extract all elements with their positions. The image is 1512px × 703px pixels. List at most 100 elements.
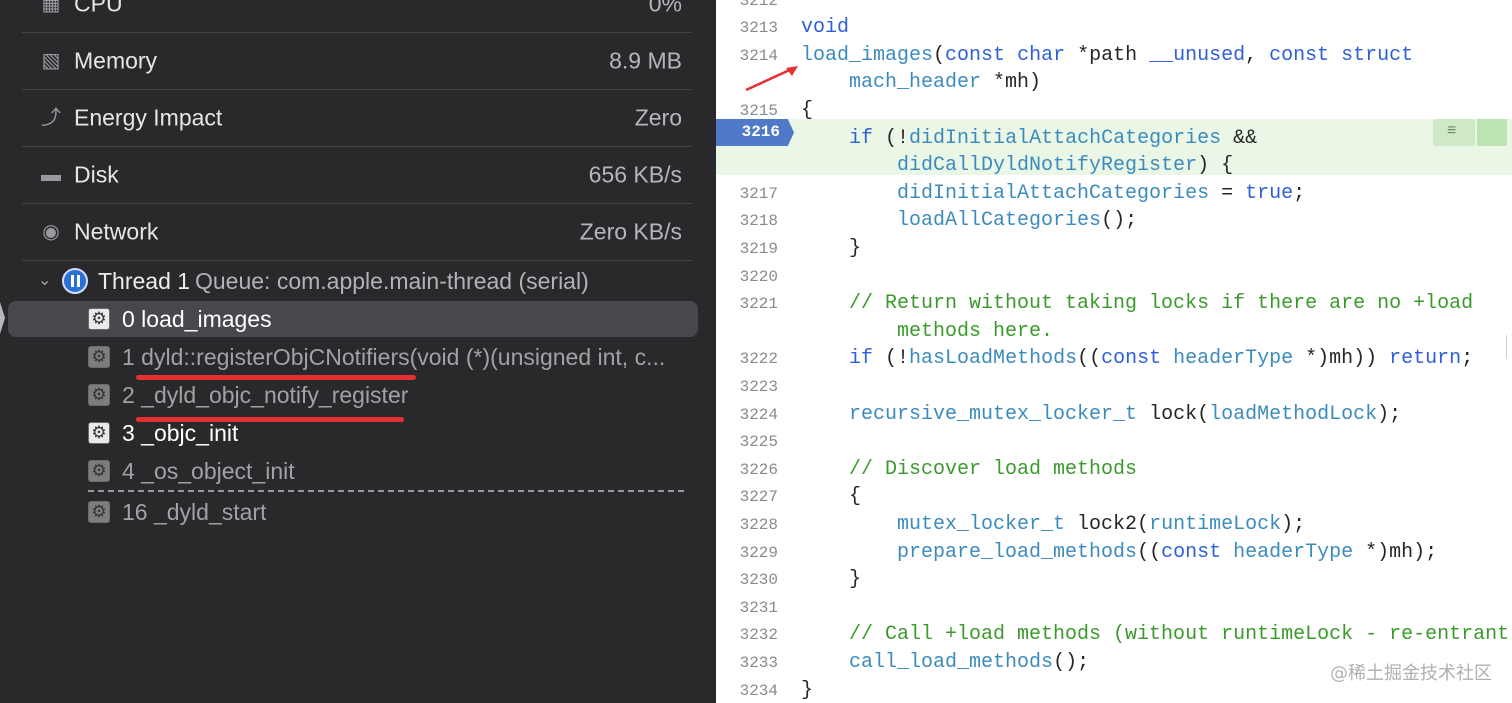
code-line: 3216 if (!didInitialAttachCategories &&	[716, 125, 1512, 153]
code-text: }	[801, 678, 814, 702]
stack-frame[interactable]: 1 dyld::registerObjCNotifiers(void (*)(u…	[8, 339, 698, 375]
annotation-underline	[136, 375, 416, 380]
code-line: 3229 prepare_load_methods((const headerT…	[716, 539, 1512, 567]
line-number[interactable]: 3231	[716, 599, 778, 617]
thread-icon	[62, 268, 88, 294]
gauge-label: CPU	[74, 0, 123, 17]
code-line: 3221 // Return without taking locks if t…	[716, 290, 1512, 318]
cpu-icon: ▦	[41, 0, 61, 15]
disk-icon: ▬	[41, 164, 61, 186]
code-line: 3232 // Call +load methods (without runt…	[716, 621, 1512, 649]
thread-queue: Queue: com.apple.main-thread (serial)	[195, 268, 589, 294]
code-text: if (!didInitialAttachCategories &&	[849, 126, 1258, 150]
code-text: load_images(const char *path __unused, c…	[801, 43, 1414, 67]
stack-frame[interactable]: 4 _os_object_init	[8, 453, 698, 489]
gauge-value: 0%	[648, 0, 682, 17]
line-number[interactable]: 3226	[716, 461, 778, 479]
code-line: 3213 void	[716, 14, 1512, 42]
scrollbar[interactable]	[1506, 335, 1512, 359]
stack-frame-label: 16 _dyld_start	[122, 499, 267, 525]
gauge-label: Disk	[74, 161, 119, 188]
code-text: methods here.	[801, 319, 1054, 343]
code-text: {	[801, 98, 814, 122]
line-number[interactable]: 3230	[716, 571, 778, 589]
code-text: // Return without taking locks if there …	[801, 292, 1474, 316]
code-line: 3222 if (!hasLoadMethods((const headerTy…	[716, 345, 1512, 373]
code-line: 3214 load_images(const char *path __unuse…	[716, 42, 1512, 70]
gauge-value: Zero	[634, 104, 682, 131]
code-line: 3227 {	[716, 483, 1512, 511]
frames-separator	[88, 490, 684, 492]
stack-frame[interactable]: 16 _dyld_start	[8, 494, 698, 530]
code-text: }	[801, 568, 862, 592]
stack-frame-label: 4 _os_object_init	[122, 458, 295, 484]
line-number[interactable]: 3224	[716, 406, 778, 424]
gauge-memory[interactable]: ▧ Memory 8.9 MB	[22, 33, 692, 90]
line-number[interactable]: 3218	[716, 212, 778, 230]
annotation-underline	[136, 417, 404, 422]
code-line: 3218 loadAllCategories();	[716, 207, 1512, 235]
chevron-down-icon[interactable]: ⌄	[38, 270, 51, 290]
line-number[interactable]: 3228	[716, 516, 778, 534]
gauge-cpu[interactable]: ▦ CPU 0%	[22, 0, 692, 33]
code-text: void	[801, 16, 850, 40]
source-editor[interactable]: 3216 ≡ 3212 3213 void 3214 load_images(const…	[716, 0, 1512, 703]
line-number[interactable]: 3221	[716, 295, 778, 313]
globe-icon: ◉	[42, 221, 60, 243]
debug-navigator: ▦ CPU 0% ▧ Memory 8.9 MB ⤴ Energy Impact…	[0, 0, 716, 703]
code-line: 3225	[716, 428, 1512, 456]
line-number[interactable]: 3222	[716, 350, 778, 368]
line-number[interactable]: 3229	[716, 544, 778, 562]
gear-icon	[88, 346, 110, 368]
line-number[interactable]: 3220	[716, 268, 778, 286]
stack-frame[interactable]: 0 load_images	[8, 301, 698, 337]
line-number[interactable]: 3234	[716, 682, 778, 700]
stack-frame-label: 1 dyld::registerObjCNotifiers(void (*)(u…	[122, 344, 666, 370]
stack-frame-label: 2 _dyld_objc_notify_register	[122, 382, 409, 408]
code-line: 3220	[716, 263, 1512, 291]
code-line: didCallDyldNotifyRegister) {	[716, 152, 1512, 180]
code-text: // Discover load methods	[801, 457, 1138, 481]
code-line: 3231	[716, 594, 1512, 622]
thread-name: Thread 1	[98, 268, 191, 294]
code-text: prepare_load_methods((const headerType *…	[897, 540, 1438, 564]
code-line: 3219 }	[716, 235, 1512, 263]
code-line: 3230 }	[716, 566, 1512, 594]
gauge-disk[interactable]: ▬ Disk 656 KB/s	[22, 147, 692, 204]
gauge-value: Zero KB/s	[579, 218, 682, 245]
bolt-icon: ⤴	[41, 107, 61, 129]
line-number[interactable]: 3217	[716, 185, 778, 203]
thread-row[interactable]: ⌄ Thread 1 Queue: com.apple.main-thread …	[0, 262, 716, 300]
line-number[interactable]: 3219	[716, 240, 778, 258]
line-number[interactable]: 3232	[716, 626, 778, 644]
line-number[interactable]: 3227	[716, 488, 778, 506]
line-number[interactable]: 3212	[716, 0, 778, 10]
gauge-network[interactable]: ◉ Network Zero KB/s	[22, 204, 692, 261]
watermark: @稀土掘金技术社区	[1330, 663, 1492, 684]
code-line: 3215 {	[716, 97, 1512, 125]
line-number[interactable]: 3225	[716, 433, 778, 451]
gauge-value: 8.9 MB	[609, 47, 682, 74]
gauge-energy[interactable]: ⤴ Energy Impact Zero	[22, 90, 692, 147]
code-line: 3223	[716, 373, 1512, 401]
gear-icon	[88, 384, 110, 406]
gauge-label: Energy Impact	[74, 104, 223, 131]
code-text: }	[801, 236, 862, 260]
annotation-arrow-icon	[745, 66, 798, 92]
gauge-value: 656 KB/s	[588, 161, 682, 188]
line-number[interactable]: 3213	[716, 19, 778, 37]
gear-icon	[88, 501, 110, 523]
line-number[interactable]: 3215	[716, 102, 778, 120]
code-line: methods here.	[716, 318, 1512, 346]
gauge-label: Memory	[74, 47, 158, 74]
code-text: call_load_methods();	[849, 650, 1090, 674]
line-number[interactable]: 3223	[716, 378, 778, 396]
code-line: 3228 mutex_locker_t lock2(runtimeLock);	[716, 511, 1512, 539]
code-line: 3224 recursive_mutex_locker_t lock(loadM…	[716, 401, 1512, 429]
line-number[interactable]: 3233	[716, 654, 778, 672]
code-text: if (!hasLoadMethods((const headerType *)…	[849, 347, 1474, 371]
memory-chip-icon: ▧	[41, 50, 61, 72]
code-text: {	[801, 485, 862, 509]
stack-frame[interactable]: 2 _dyld_objc_notify_register	[8, 377, 698, 413]
code-text: mutex_locker_t lock2(runtimeLock);	[897, 512, 1306, 536]
